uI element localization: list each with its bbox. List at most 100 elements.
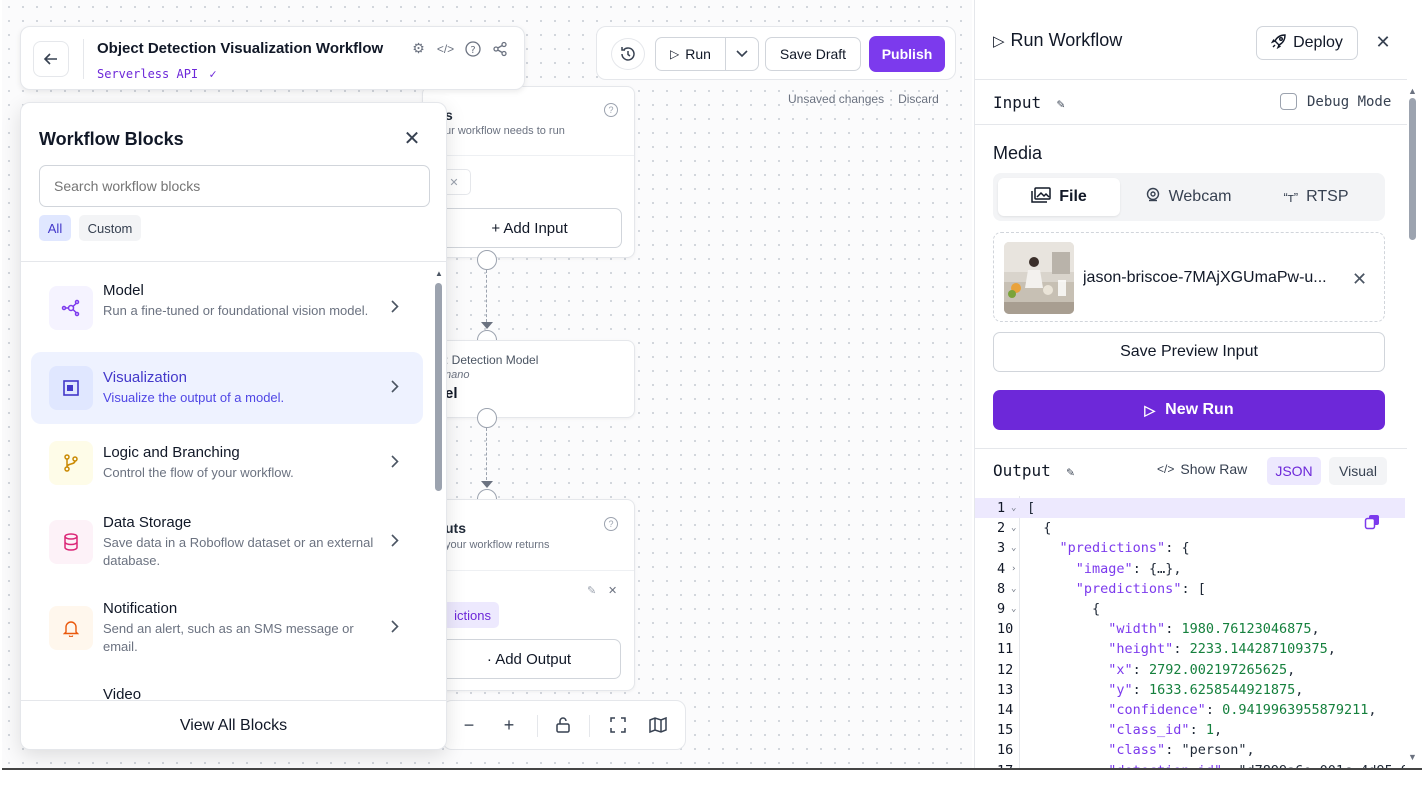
close-icon[interactable]: ✕ [401, 127, 423, 150]
inputs-node-desc: ur workflow needs to run [445, 125, 565, 137]
connector-port[interactable] [477, 408, 497, 428]
scrollbar-thumb[interactable] [435, 283, 442, 491]
image-icon [1031, 186, 1051, 208]
copy-icon[interactable] [1361, 511, 1383, 533]
line-number: 13 [997, 681, 1014, 698]
pencil-icon[interactable]: ✎ [1066, 465, 1074, 480]
chevron-down-icon[interactable]: ⌄ [1011, 498, 1016, 518]
workflow-title[interactable]: Object Detection Visualization Workflow [97, 40, 383, 57]
scroll-up-icon[interactable]: ▲ [1408, 86, 1417, 96]
add-output-button[interactable]: · Add Output [437, 639, 621, 679]
run-button[interactable]: ▷ Run [656, 38, 726, 70]
chevron-down-icon[interactable] [726, 38, 758, 70]
chevron-right-icon[interactable]: › [1011, 559, 1016, 579]
json-output-viewer[interactable]: 1 ⌄[2 ⌄ {3 ⌄ "predictions": {4 › "image": {…… [975, 496, 1405, 768]
antenna-icon: “ᴛ” [1283, 189, 1299, 205]
tab-label: RTSP [1306, 188, 1349, 205]
line-number: 14 [997, 702, 1014, 718]
panel-title: ▷ Run Workflow [993, 30, 1122, 51]
deploy-button[interactable]: Deploy [1256, 26, 1358, 60]
tab-rtsp[interactable]: “ᴛ” RTSP [1255, 178, 1377, 216]
zoom-in-icon[interactable]: + [497, 713, 521, 737]
filter-all[interactable]: All [39, 215, 71, 241]
debug-mode-toggle[interactable]: Debug Mode [1280, 93, 1391, 110]
code-line: 16 "class": "person", [975, 740, 1405, 760]
code-text: "class": "person", [1108, 742, 1255, 759]
new-run-button[interactable]: ▷ New Run [993, 390, 1385, 430]
edit-icon[interactable]: ✎ [587, 584, 596, 597]
search-input[interactable] [39, 165, 430, 207]
run-workflow-title: Run Workflow [1010, 30, 1123, 50]
code-line: 10 "width": 1980.76123046875, [975, 619, 1405, 639]
json-view-toggle[interactable]: JSON [1267, 457, 1321, 485]
code-line: 9 ⌄ { [975, 599, 1405, 619]
discard-link[interactable]: Discard [898, 92, 939, 106]
code-text: "detection_id": "d7899a6e-001c-4d95-9... [1027, 761, 1405, 768]
scroll-down-icon[interactable]: ▼ [1408, 752, 1417, 762]
block-category-logic[interactable]: Logic and Branching Control the flow of … [31, 430, 423, 496]
code-text: "x": 2792.002197265625, [1108, 661, 1296, 678]
fit-view-icon[interactable] [606, 713, 630, 737]
selected-file: jason-briscoe-7MAjXGUmaPw-u... ✕ [993, 232, 1385, 322]
block-category-visualization[interactable]: Visualization Visualize the output of a … [31, 352, 423, 424]
filter-custom[interactable]: Custom [79, 215, 141, 241]
visual-view-toggle[interactable]: Visual [1329, 457, 1387, 485]
close-icon[interactable]: ✕ [1373, 32, 1393, 52]
chevron-down-icon[interactable]: ⌄ [1011, 579, 1016, 599]
edge-line [486, 270, 487, 322]
outputs-node[interactable]: uts your workflow returns ? ✎ ✕ ictions … [422, 499, 635, 691]
debug-mode-checkbox[interactable] [1280, 93, 1297, 110]
chevron-right-icon [391, 620, 399, 638]
help-icon[interactable]: ? [604, 517, 618, 531]
help-icon[interactable]: ? [604, 103, 618, 117]
input-label: Input [993, 93, 1042, 112]
publish-button[interactable]: Publish [869, 36, 945, 72]
chevron-down-icon[interactable]: ⌄ [1011, 518, 1016, 538]
view-all-blocks-button[interactable]: View All Blocks [21, 700, 446, 749]
share-icon[interactable] [490, 39, 509, 58]
zoom-out-icon[interactable]: − [457, 713, 481, 737]
scroll-up-icon[interactable]: ▲ [435, 269, 443, 278]
block-category-video[interactable]: Video [31, 674, 423, 700]
show-raw-button[interactable]: </> Show Raw [1157, 461, 1247, 477]
divider [423, 155, 634, 156]
inputs-node[interactable]: s ur workflow needs to run ? ✕ + Add Inp… [422, 86, 635, 258]
tab-webcam[interactable]: Webcam [1127, 178, 1249, 216]
pencil-icon[interactable]: ✎ [1057, 97, 1065, 112]
header-actions: ⚙ </> ? [409, 39, 509, 58]
line-number: 11 [997, 641, 1014, 658]
connector-port[interactable] [477, 250, 497, 270]
help-icon[interactable]: ? [463, 39, 482, 58]
block-category-data-storage[interactable]: Data Storage Save data in a Roboflow dat… [31, 502, 423, 582]
code-text: "predictions": { [1059, 540, 1190, 557]
file-thumbnail [1004, 242, 1074, 314]
remove-file-icon[interactable]: ✕ [1352, 269, 1367, 290]
code-line: 1 ⌄[ [975, 498, 1405, 519]
model-node[interactable]: : Detection Model nano el [422, 340, 635, 418]
line-number: 17 [975, 761, 1019, 768]
workflow-toolbar: ▷ Run Save Draft Publish [596, 26, 956, 80]
debug-mode-label: Debug Mode [1307, 93, 1392, 110]
code-icon[interactable]: </> [436, 39, 455, 58]
block-name: Data Storage [103, 514, 192, 531]
block-category-model[interactable]: Model Run a fine-tuned or foundational v… [31, 272, 423, 346]
back-button[interactable] [33, 41, 69, 77]
settings-icon[interactable]: ⚙ [409, 39, 428, 58]
chevron-right-icon [391, 300, 399, 318]
scrollbar-thumb[interactable] [1409, 98, 1416, 240]
tab-label: File [1059, 188, 1087, 205]
tab-file[interactable]: File [998, 178, 1120, 216]
save-preview-input-button[interactable]: Save Preview Input [993, 332, 1385, 372]
save-draft-button[interactable]: Save Draft [765, 37, 861, 71]
lock-icon[interactable] [551, 713, 575, 737]
remove-icon[interactable]: ✕ [608, 584, 617, 597]
divider [83, 39, 84, 79]
block-category-notification[interactable]: Notification Send an alert, such as an S… [31, 588, 423, 668]
code-text: "image": {…}, [1075, 560, 1182, 577]
minimap-icon[interactable] [646, 713, 670, 737]
chevron-down-icon[interactable]: ⌄ [1011, 599, 1016, 619]
chevron-down-icon[interactable]: ⌄ [1011, 538, 1016, 558]
media-tabs: File Webcam “ᴛ” RTSP [993, 173, 1385, 221]
history-icon[interactable] [611, 38, 645, 70]
add-input-button[interactable]: + Add Input [437, 208, 622, 248]
